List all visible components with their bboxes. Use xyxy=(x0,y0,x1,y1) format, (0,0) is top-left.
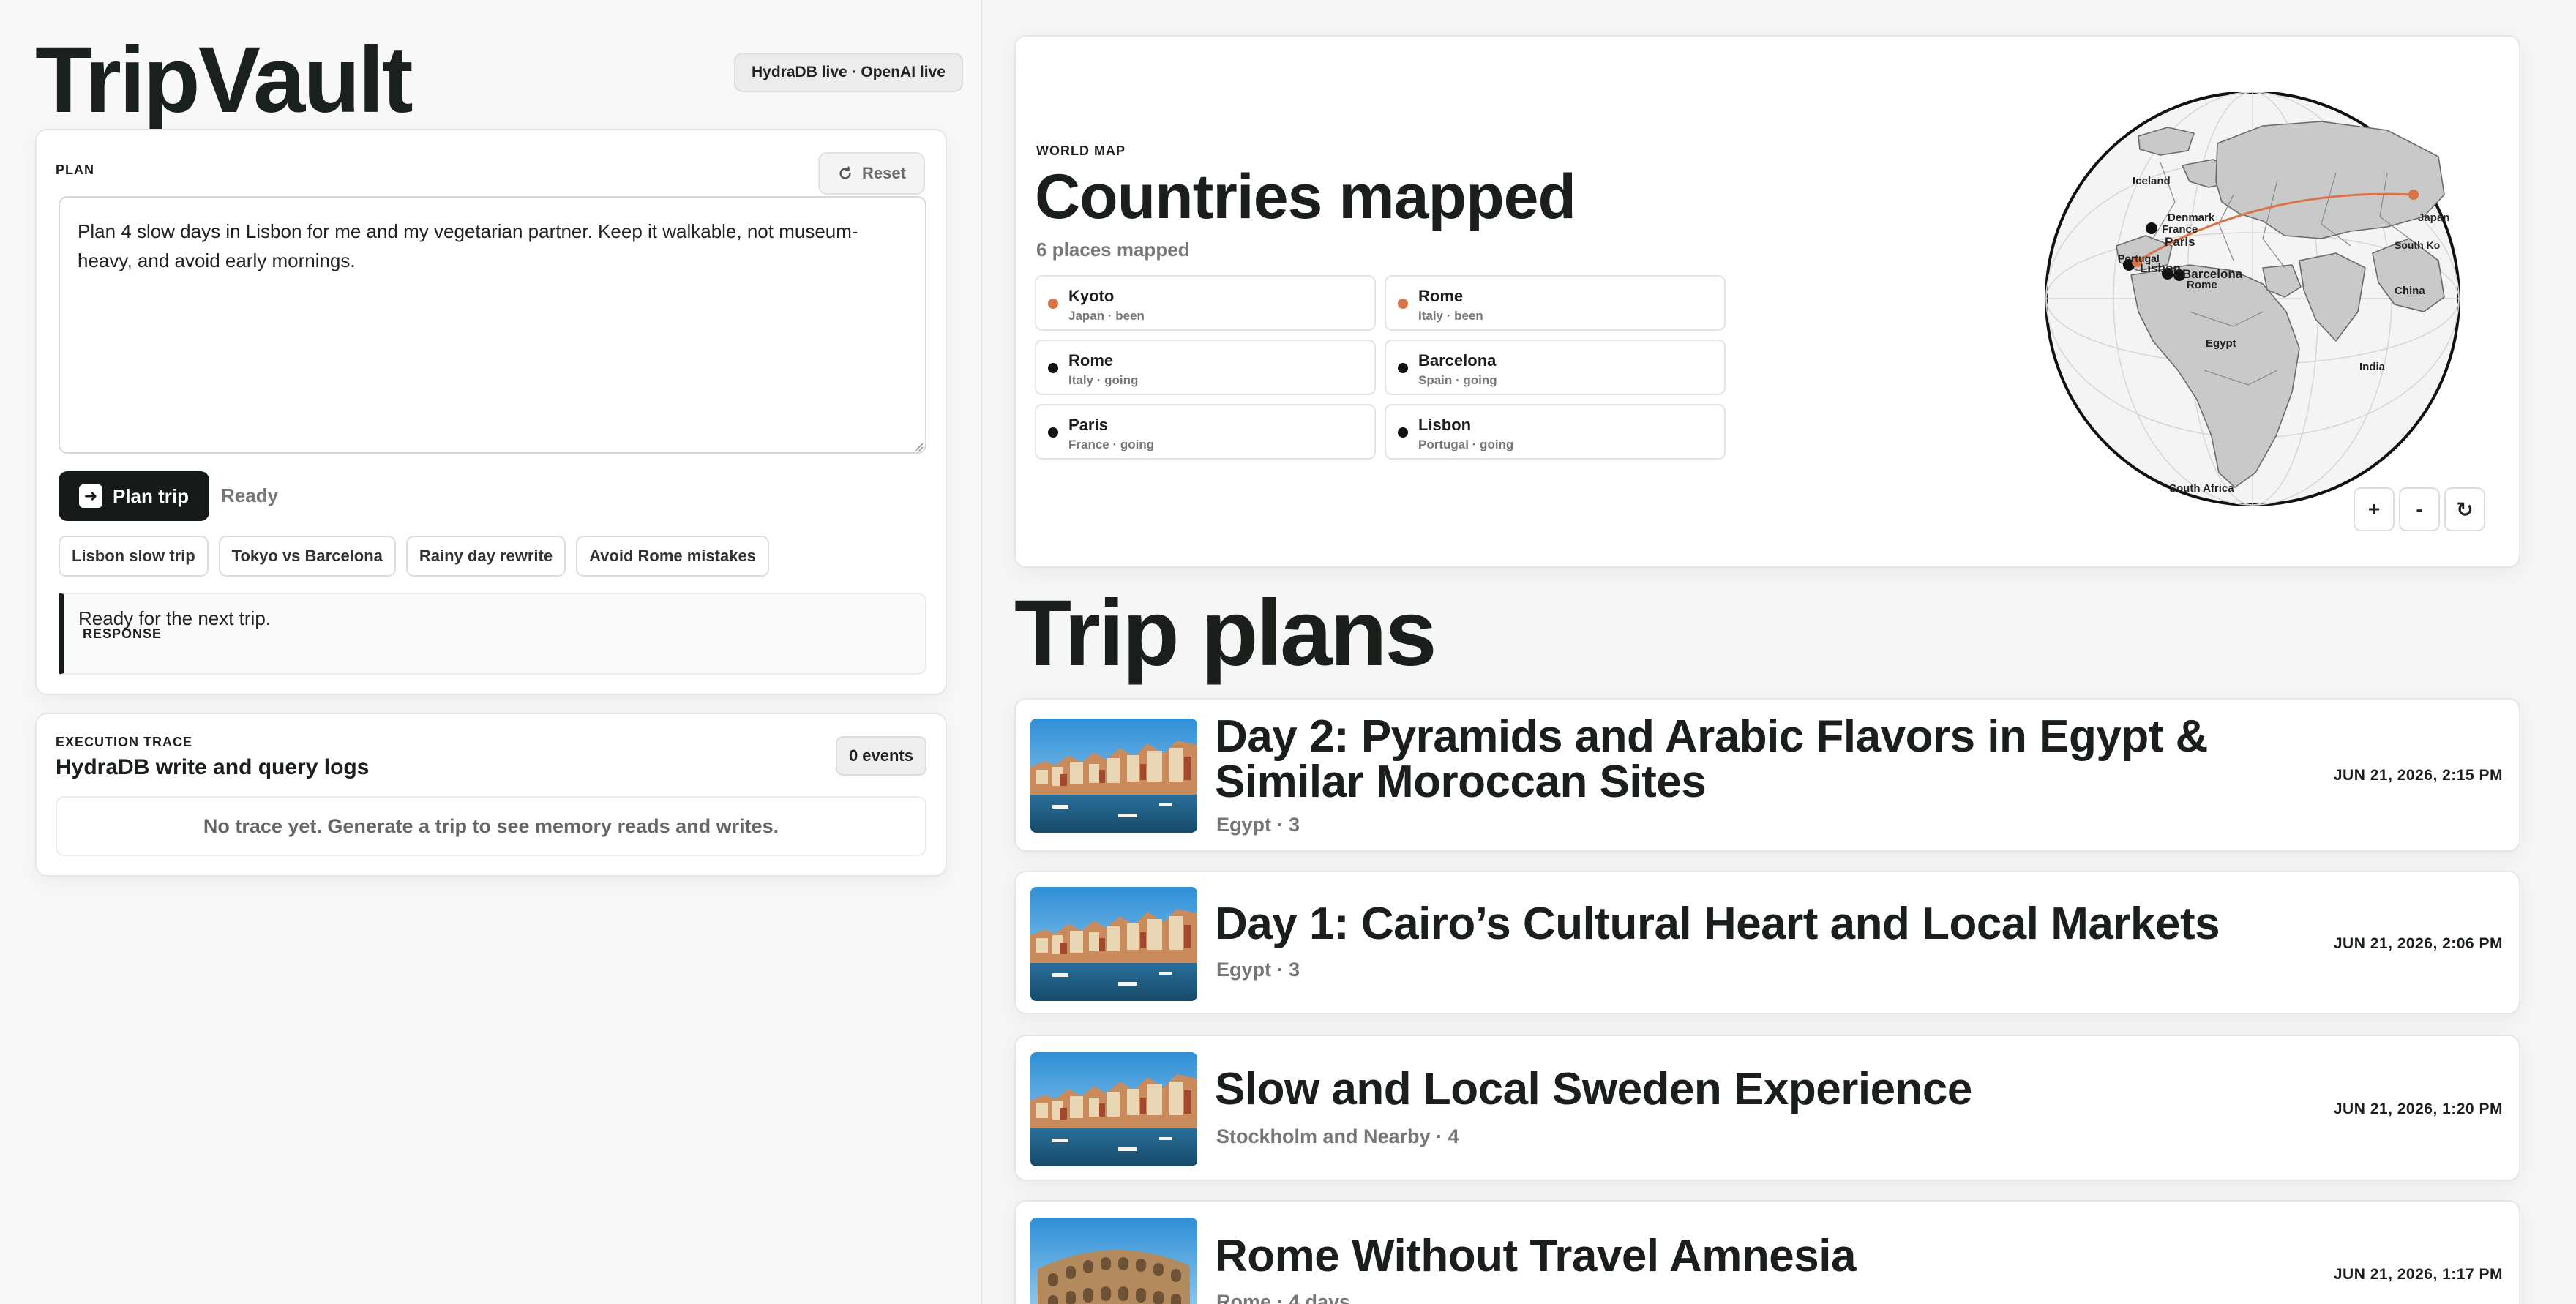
place-name: Kyoto xyxy=(1068,287,1115,305)
trip-date: JUN 21, 2026, 1:17 PM xyxy=(2333,1266,2503,1283)
globe-label: South Ko xyxy=(2395,239,2440,251)
place-subtitle: Portugal · going xyxy=(1418,438,1514,451)
trip-subtitle: Egypt · 3 xyxy=(1216,814,1300,836)
globe-label: India xyxy=(2359,361,2386,373)
trip-thumbnail xyxy=(1030,719,1197,833)
execution-trace-card: EXECUTION TRACE HydraDB write and query … xyxy=(35,713,947,877)
globe-svg[interactable]: Iceland Denmark France Paris Portugal Li… xyxy=(2043,91,2465,524)
trip-date: JUN 21, 2026, 2:06 PM xyxy=(2333,935,2503,952)
place-item[interactable]: Barcelona Spain · going xyxy=(1385,340,1726,395)
place-name: Barcelona xyxy=(1418,351,1497,370)
plan-status: Ready xyxy=(221,484,279,506)
reset-label: Reset xyxy=(862,164,906,182)
map-controls: + - ↻ xyxy=(2354,487,2485,531)
globe-label: China xyxy=(2395,285,2425,297)
globe-map[interactable]: Iceland Denmark France Paris Portugal Li… xyxy=(2043,91,2465,524)
status-dot xyxy=(1398,363,1408,373)
globe-label: Lisbon xyxy=(2140,261,2181,275)
suggestion-chips: Lisbon slow trip Tokyo vs Barcelona Rain… xyxy=(59,536,769,577)
place-item[interactable]: Rome Italy · going xyxy=(1035,340,1376,395)
place-item[interactable]: Lisbon Portugal · going xyxy=(1385,404,1726,460)
globe-label: Japan xyxy=(2418,211,2449,224)
plan-trip-button[interactable]: ➜ Plan trip xyxy=(59,471,209,521)
places-count: 6 places mapped xyxy=(1036,239,1190,261)
service-status-badge: HydraDB live · OpenAI live xyxy=(734,53,963,92)
trip-subtitle: Rome · 4 days xyxy=(1216,1291,1351,1304)
world-map-title: Countries mapped xyxy=(1035,162,1576,232)
response-box: RESPONSE Ready for the next trip. xyxy=(59,593,926,675)
plan-card: PLAN Reset Plan 4 slow days in Lisbon fo… xyxy=(35,129,947,695)
reset-view-button[interactable]: ↻ xyxy=(2444,487,2485,531)
trip-thumbnail xyxy=(1030,1218,1197,1304)
globe-label: France xyxy=(2162,223,2198,236)
arrow-right-icon: ➜ xyxy=(78,484,102,508)
suggestion-chip[interactable]: Lisbon slow trip xyxy=(59,536,209,577)
trip-title: Day 1: Cairo’s Cultural Heart and Local … xyxy=(1215,899,2220,949)
place-name: Lisbon xyxy=(1418,416,1472,434)
trip-title: Rome Without Travel Amnesia xyxy=(1215,1231,1856,1281)
globe-label: Egypt xyxy=(2206,337,2236,350)
place-subtitle: Spain · going xyxy=(1418,373,1497,387)
reset-view-icon: ↻ xyxy=(2456,498,2474,521)
suggestion-chip[interactable]: Tokyo vs Barcelona xyxy=(218,536,396,577)
status-dot xyxy=(1048,427,1058,438)
app-title: TripVault xyxy=(35,28,413,132)
trace-label: EXECUTION TRACE xyxy=(56,735,193,749)
plan-label: PLAN xyxy=(56,162,94,177)
trace-title: HydraDB write and query logs xyxy=(56,755,370,779)
suggestion-chip[interactable]: Avoid Rome mistakes xyxy=(576,536,769,577)
trip-plans-heading: Trip plans xyxy=(1014,581,1437,686)
trip-subtitle: Stockholm and Nearby · 4 xyxy=(1216,1125,1459,1147)
status-dot xyxy=(1048,299,1058,309)
globe-label: Denmark xyxy=(2168,211,2215,224)
response-label: RESPONSE xyxy=(83,626,162,641)
place-subtitle: Italy · been xyxy=(1418,309,1483,323)
place-item[interactable]: Paris France · going xyxy=(1035,404,1376,460)
trip-thumbnail xyxy=(1030,1052,1197,1166)
zoom-in-button[interactable]: + xyxy=(2354,487,2395,531)
trip-title: Slow and Local Sweden Experience xyxy=(1215,1064,1972,1114)
place-item[interactable]: Kyoto Japan · been xyxy=(1035,275,1376,331)
reset-button[interactable]: Reset xyxy=(818,152,925,195)
trip-subtitle: Egypt · 3 xyxy=(1216,959,1300,981)
place-item[interactable]: Rome Italy · been xyxy=(1385,275,1726,331)
trip-card[interactable]: Slow and Local Sweden Experience Stockho… xyxy=(1014,1035,2520,1181)
trip-thumbnail xyxy=(1030,887,1197,1001)
zoom-out-button[interactable]: - xyxy=(2399,487,2440,531)
resize-handle-icon[interactable] xyxy=(912,441,924,452)
status-dot xyxy=(1048,363,1058,373)
places-list: Kyoto Japan · been Rome Italy · been Rom… xyxy=(1035,275,1726,460)
place-name: Rome xyxy=(1068,351,1114,370)
world-map-card: WORLD MAP Countries mapped 6 places mapp… xyxy=(1014,35,2520,568)
trip-date: JUN 21, 2026, 1:20 PM xyxy=(2333,1101,2503,1117)
status-dot xyxy=(1398,427,1408,438)
globe-label: Iceland xyxy=(2133,175,2171,187)
place-subtitle: Japan · been xyxy=(1068,309,1145,323)
trip-title: Day 2: Pyramids and Arabic Flavors in Eg… xyxy=(1215,711,2208,807)
place-name: Rome xyxy=(1418,287,1464,305)
globe-label: Rome xyxy=(2187,279,2217,291)
trip-card[interactable]: Day 2: Pyramids and Arabic Flavors in Eg… xyxy=(1014,698,2520,852)
place-name: Paris xyxy=(1068,416,1108,434)
plan-prompt-textarea[interactable]: Plan 4 slow days in Lisbon for me and my… xyxy=(59,196,926,454)
place-subtitle: Italy · going xyxy=(1068,373,1139,387)
trace-empty-state: No trace yet. Generate a trip to see mem… xyxy=(56,796,926,856)
trip-card[interactable]: Rome Without Travel Amnesia Rome · 4 day… xyxy=(1014,1200,2520,1304)
content-panel: WORLD MAP Countries mapped 6 places mapp… xyxy=(982,0,2576,1304)
refresh-icon xyxy=(839,166,851,179)
status-dot xyxy=(1398,299,1408,309)
response-text: Ready for the next trip. xyxy=(78,607,272,629)
events-count-badge: 0 events xyxy=(835,736,926,776)
planner-panel: TripVault HydraDB live · OpenAI live PLA… xyxy=(0,0,982,1304)
plan-trip-label: Plan trip xyxy=(112,484,189,507)
globe-label: Paris xyxy=(2165,235,2195,249)
suggestion-chip[interactable]: Rainy day rewrite xyxy=(405,536,566,577)
globe-label: South Africa xyxy=(2169,482,2234,495)
world-map-label: WORLD MAP xyxy=(1036,143,1126,158)
trip-date: JUN 21, 2026, 2:15 PM xyxy=(2333,767,2503,784)
trip-card[interactable]: Day 1: Cairo’s Cultural Heart and Local … xyxy=(1014,871,2520,1014)
place-subtitle: France · going xyxy=(1068,438,1155,451)
